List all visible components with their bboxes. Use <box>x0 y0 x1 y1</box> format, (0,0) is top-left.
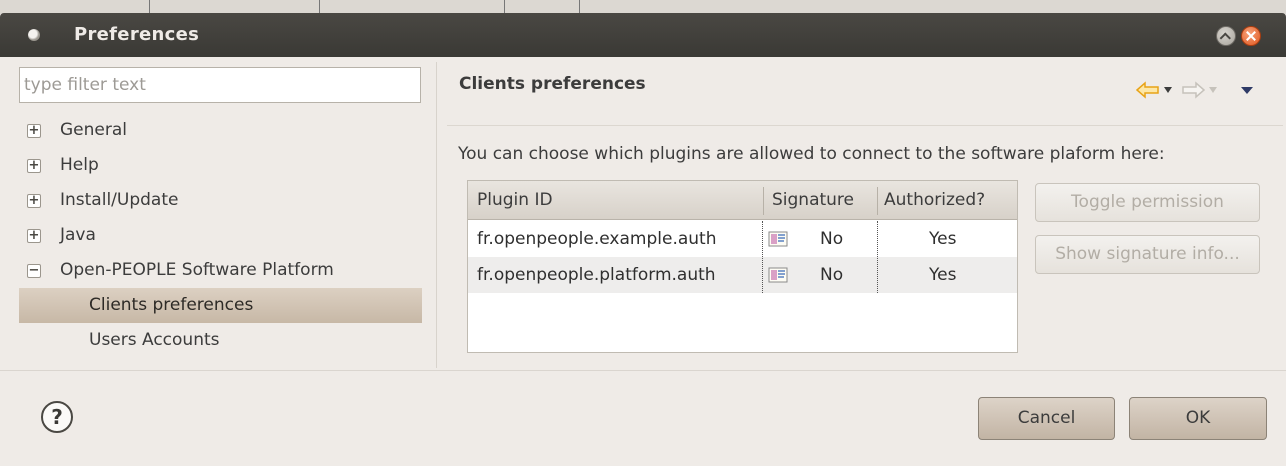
window-menu-icon[interactable] <box>28 29 40 41</box>
certificate-icon <box>768 267 788 283</box>
plugins-table[interactable]: Plugin ID Signature Authorized? fr.openp… <box>467 180 1018 353</box>
tree-item-general[interactable]: + General <box>19 113 422 148</box>
authorized-cell: Yes <box>929 265 957 285</box>
collapse-icon[interactable]: − <box>27 264 41 278</box>
signature-cell: No <box>820 265 844 285</box>
cell-focus-line <box>877 221 878 293</box>
column-header-authorized[interactable]: Authorized? <box>884 181 985 220</box>
minimize-icon[interactable] <box>1216 26 1236 46</box>
filter-input[interactable] <box>19 67 421 103</box>
expand-icon[interactable]: + <box>27 229 41 243</box>
table-header: Plugin ID Signature Authorized? <box>468 181 1017 220</box>
page-title: Clients preferences <box>459 74 646 94</box>
tree-item-label: Java <box>60 225 96 245</box>
table-row[interactable]: fr.openpeople.platform.auth No Yes <box>468 257 1017 293</box>
tree-item-label: Install/Update <box>60 190 179 210</box>
expand-icon[interactable]: + <box>27 159 41 173</box>
tree-item-label: Users Accounts <box>89 330 220 350</box>
tree-item-clients-preferences[interactable]: Clients preferences <box>19 288 422 323</box>
column-header-signature[interactable]: Signature <box>772 181 854 220</box>
background-tab <box>150 0 320 14</box>
column-divider[interactable] <box>763 187 764 215</box>
tree-item-label: Help <box>60 155 99 175</box>
plugin-id-cell: fr.openpeople.platform.auth <box>477 265 716 285</box>
tree-item-label: General <box>60 120 127 140</box>
cancel-button[interactable]: Cancel <box>978 397 1115 440</box>
plugin-id-cell: fr.openpeople.example.auth <box>477 229 717 249</box>
footer-separator <box>0 370 1286 371</box>
preferences-tree[interactable]: + General + Help + Install/Update + Java… <box>19 113 422 358</box>
expand-icon[interactable]: + <box>27 194 41 208</box>
tree-item-help[interactable]: + Help <box>19 148 422 183</box>
signature-cell: No <box>820 229 844 249</box>
show-signature-info-button[interactable]: Show signature info... <box>1035 235 1260 274</box>
title-bar[interactable]: Preferences <box>0 13 1286 57</box>
cell-focus-line <box>762 221 763 293</box>
tree-item-install-update[interactable]: + Install/Update <box>19 183 422 218</box>
close-icon[interactable] <box>1241 26 1261 46</box>
tree-item-open-people[interactable]: − Open-PEOPLE Software Platform <box>19 253 422 288</box>
toggle-permission-button[interactable]: Toggle permission <box>1035 183 1260 222</box>
back-dropdown-icon[interactable] <box>1163 86 1173 94</box>
back-arrow-icon[interactable] <box>1136 81 1160 99</box>
view-menu-icon[interactable] <box>1240 86 1254 95</box>
table-row[interactable]: fr.openpeople.example.auth No Yes <box>468 221 1017 257</box>
help-icon[interactable]: ? <box>41 401 73 433</box>
authorized-cell: Yes <box>929 229 957 249</box>
tree-item-java[interactable]: + Java <box>19 218 422 253</box>
forward-arrow-icon[interactable] <box>1181 81 1205 99</box>
window-title: Preferences <box>74 24 200 45</box>
background-tab <box>0 0 150 14</box>
column-divider[interactable] <box>877 187 878 215</box>
header-separator <box>447 125 1283 126</box>
expand-icon[interactable]: + <box>27 124 41 138</box>
background-tab <box>505 0 580 14</box>
ok-button[interactable]: OK <box>1129 397 1267 440</box>
tree-item-label: Clients preferences <box>89 295 254 315</box>
pane-splitter[interactable] <box>436 62 437 368</box>
background-tab <box>320 0 505 14</box>
certificate-icon <box>768 231 788 247</box>
forward-dropdown-icon[interactable] <box>1208 86 1218 94</box>
page-navigation <box>1136 79 1266 101</box>
page-description: You can choose which plugins are allowed… <box>458 144 1165 164</box>
tree-item-users-accounts[interactable]: Users Accounts <box>19 323 422 358</box>
tree-item-label: Open-PEOPLE Software Platform <box>60 260 334 280</box>
background-window-strip <box>0 0 1286 14</box>
column-header-plugin-id[interactable]: Plugin ID <box>477 181 553 220</box>
